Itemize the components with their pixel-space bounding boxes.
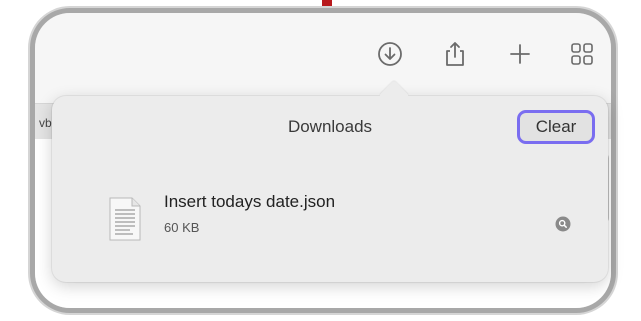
downloads-popover: Downloads Clear Insert todays date.json …	[52, 80, 608, 282]
clear-button[interactable]: Clear	[517, 110, 595, 144]
file-name: Insert todays date.json	[164, 192, 336, 211]
file-size: 60 KB	[164, 220, 200, 235]
tab-overview-icon[interactable]	[567, 39, 597, 69]
share-icon[interactable]	[440, 39, 470, 69]
toolbar	[35, 13, 611, 103]
magnifier-icon[interactable]	[555, 216, 571, 232]
downloads-icon[interactable]	[375, 39, 405, 69]
new-tab-icon[interactable]	[505, 39, 535, 69]
partial-tab-label[interactable]: vb	[39, 116, 52, 130]
download-item[interactable]: Insert todays date.json 60 KB	[102, 188, 572, 248]
document-icon	[108, 196, 142, 242]
